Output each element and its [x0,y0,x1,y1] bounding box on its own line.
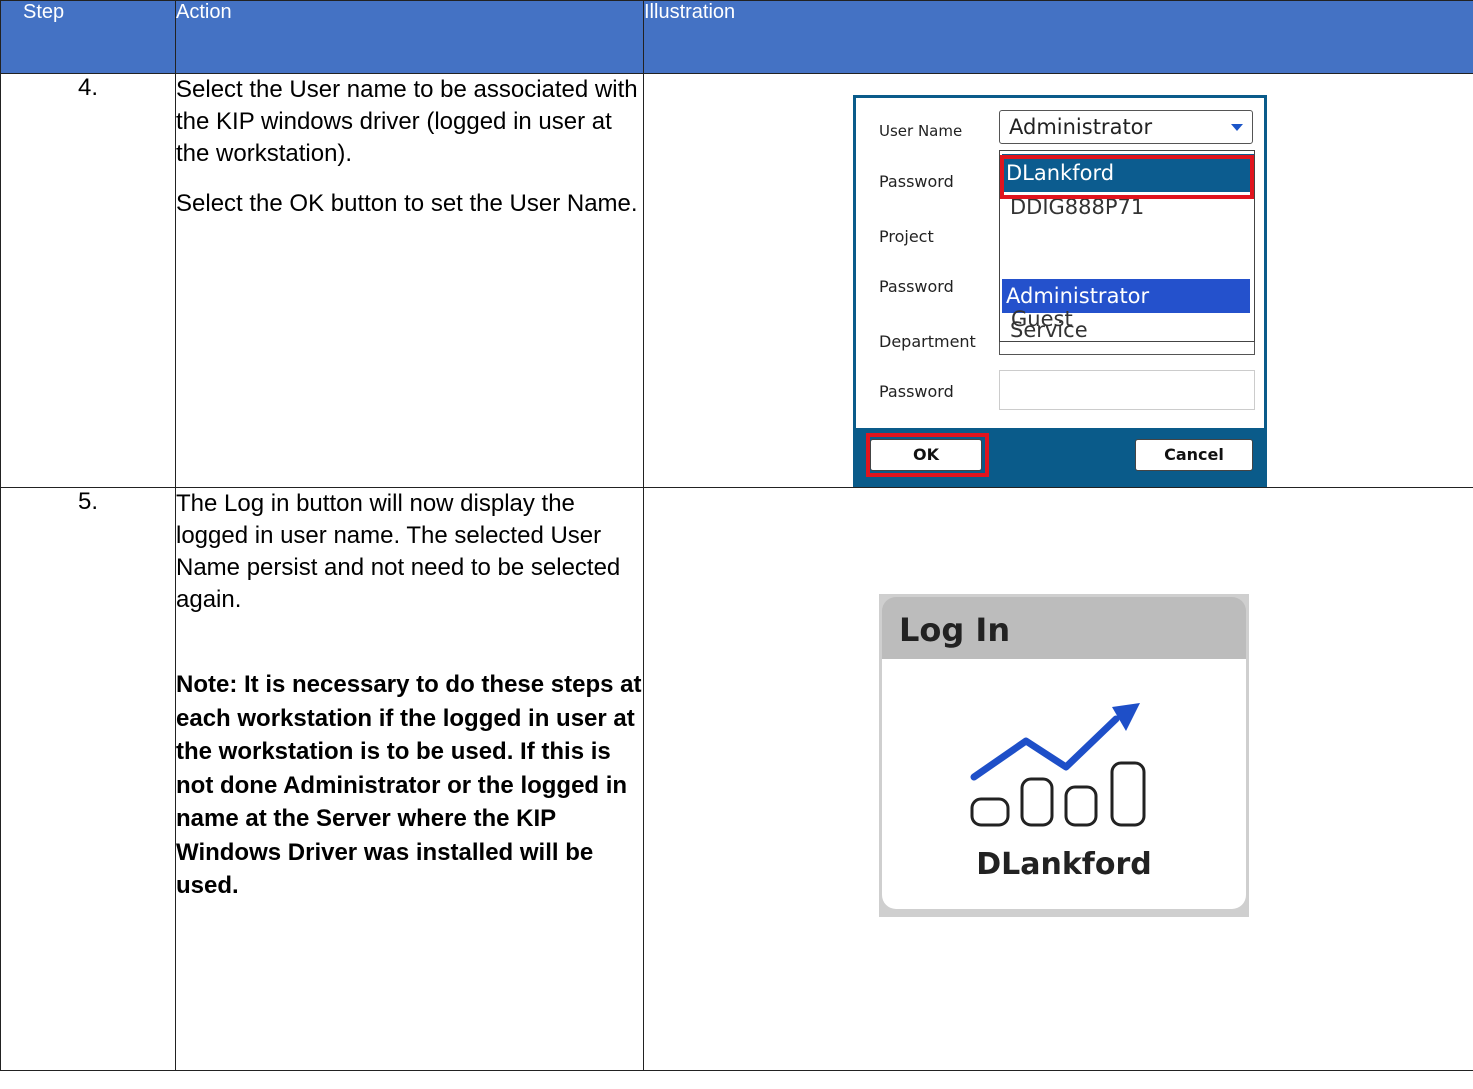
header-action: Action [175,0,644,74]
login-tile-title: Log In [899,611,1011,649]
dropdown-option[interactable]: Guest [1007,306,1073,332]
table-row: 4. Select the User name to be associated… [0,73,1473,488]
table-row: 5. The Log in button will now display th… [0,487,1473,1071]
highlight-box [866,433,989,477]
header-step: Step [0,0,176,74]
header-illustration: Illustration [643,0,1473,74]
user-name-label: User Name [879,122,963,140]
department-label: Department [879,332,976,351]
login-tile-user: DLankford [976,847,1152,882]
note-text: Note: It is necessary to do these steps … [176,671,642,899]
action-cell: Select the User name to be associated wi… [175,73,644,488]
dialog-body: User Name Password Project Password Depa… [856,98,1264,428]
step-number: 5. [0,487,176,1071]
project-label: Project [879,227,934,246]
action-text: The Log in button will now display the l… [176,490,621,613]
user-name-select[interactable]: Administrator [999,110,1253,144]
login-tile-body: DLankford [882,659,1246,909]
action-cell: The Log in button will now display the l… [175,487,644,1071]
procedure-table: Step Action Illustration 4. Select the U… [0,0,1473,1071]
department-password-field[interactable] [999,370,1255,410]
project-password-label: Password [879,277,954,296]
login-tile: Log In DLankford [879,594,1249,917]
chart-trend-up-icon [970,703,1146,827]
step-number: 4. [0,73,176,488]
highlight-box [1000,155,1254,199]
cancel-button[interactable]: Cancel [1135,439,1253,471]
chevron-down-icon[interactable] [1231,124,1243,131]
table-header-row: Step Action Illustration [0,0,1473,74]
login-dialog: User Name Password Project Password Depa… [853,95,1267,487]
password-label: Password [879,172,954,191]
user-name-value: Administrator [1009,115,1153,139]
illustration-cell: Log In DLankford [643,487,1473,1071]
illustration-cell: User Name Password Project Password Depa… [643,73,1473,488]
login-tile-header: Log In [882,597,1246,659]
action-text: Select the OK button to set the User Nam… [176,190,638,217]
action-text: Select the User name to be associated wi… [176,76,638,167]
department-password-label: Password [879,382,954,401]
